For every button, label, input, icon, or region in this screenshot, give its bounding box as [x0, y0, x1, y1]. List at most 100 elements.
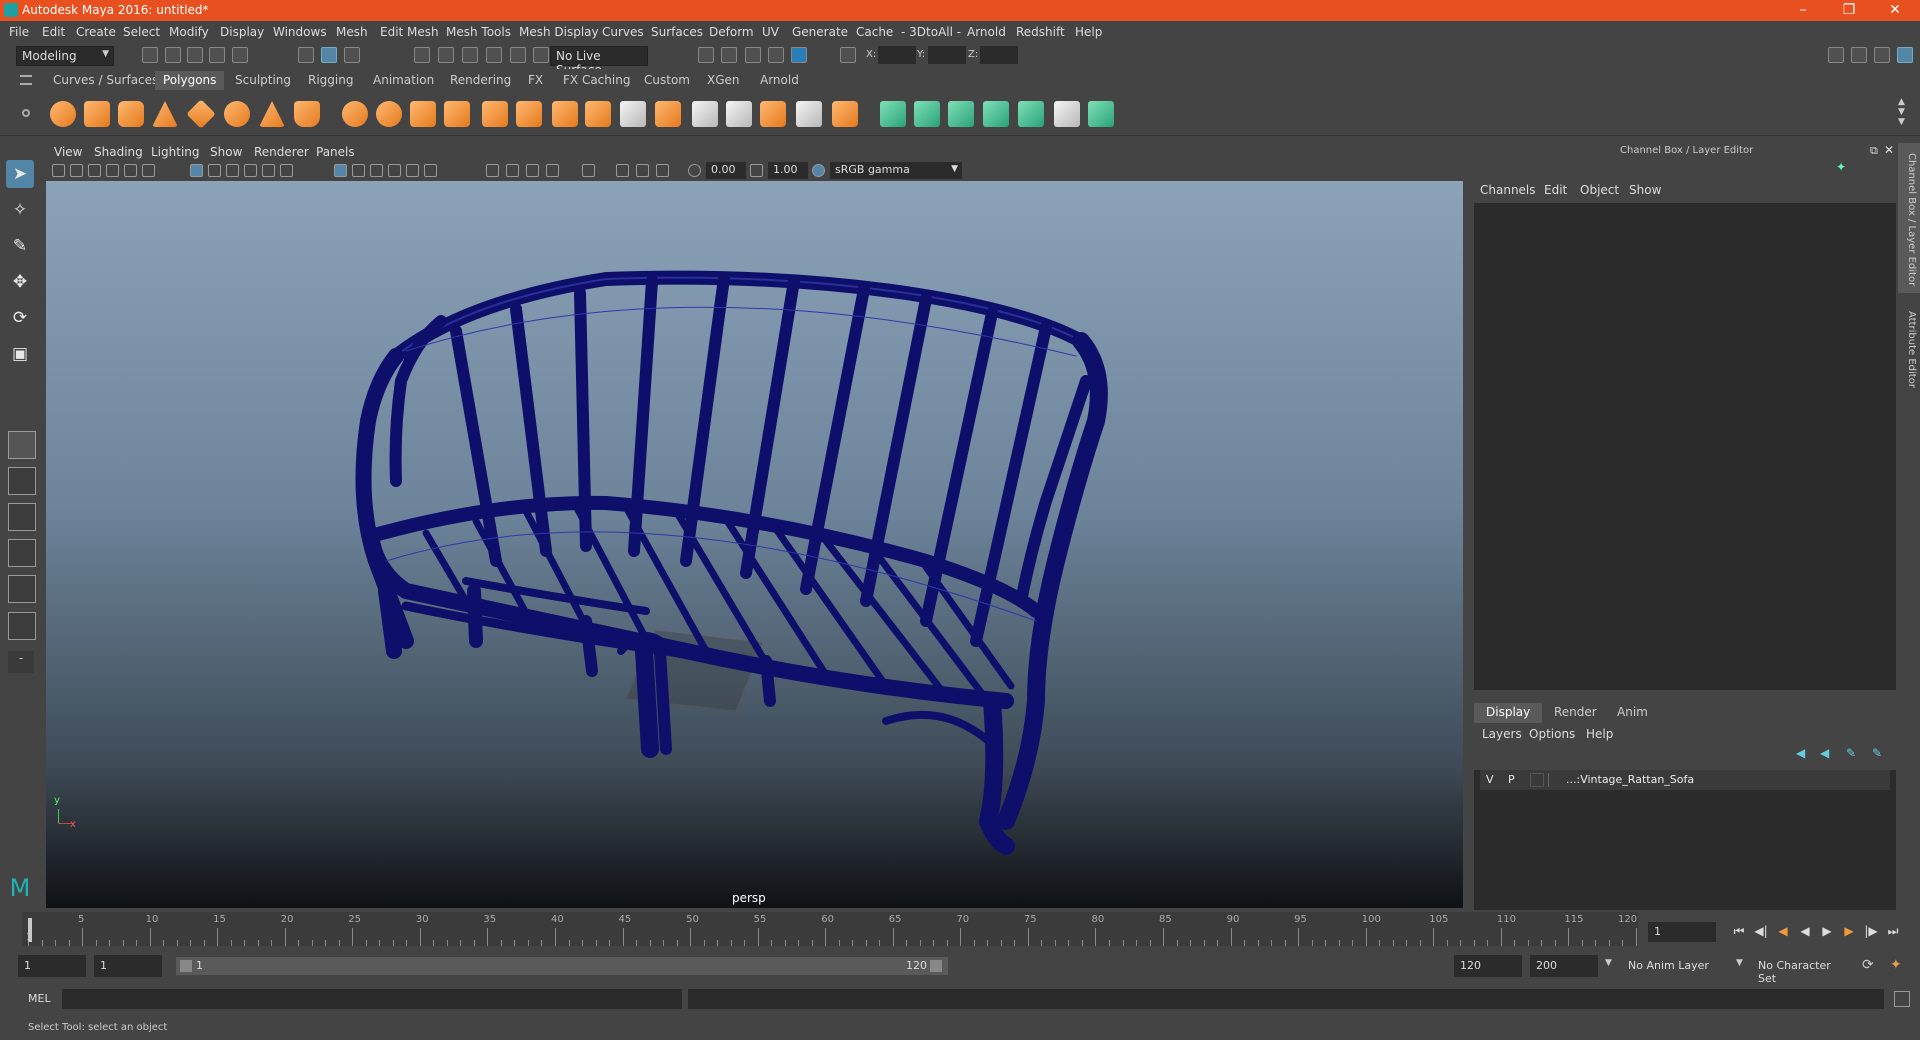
menu-mesh[interactable]: Mesh — [336, 25, 368, 39]
bridge-icon[interactable] — [516, 101, 542, 127]
redo-icon[interactable] — [232, 47, 248, 63]
use-all-lights-icon[interactable] — [406, 164, 419, 177]
shelf-settings-icon[interactable] — [22, 109, 30, 117]
menu-uv[interactable]: UV — [762, 25, 779, 39]
tab-anim[interactable]: Anim — [1605, 703, 1660, 723]
layout-uv-icon[interactable] — [1088, 101, 1114, 127]
menu-edit[interactable]: Edit — [42, 25, 65, 39]
snap-point-icon[interactable] — [462, 47, 478, 63]
channel-box-area[interactable] — [1474, 203, 1896, 690]
range-end-handle[interactable] — [930, 960, 942, 972]
textured-icon[interactable] — [388, 164, 401, 177]
menu-generate[interactable]: Generate — [792, 25, 848, 39]
menu-deform[interactable]: Deform — [709, 25, 754, 39]
depth-of-field-icon[interactable] — [546, 164, 559, 177]
persp-graph-layout-icon[interactable] — [8, 539, 36, 567]
menu-create[interactable]: Create — [76, 25, 116, 39]
snap-live-icon[interactable] — [510, 47, 526, 63]
live-surface-field[interactable]: No Live Surface — [550, 46, 648, 77]
close-panel-icon[interactable]: ✕ — [1884, 143, 1894, 157]
menu-arnold[interactable]: Arnold — [967, 25, 1006, 39]
layout-options-icon[interactable]: - — [8, 651, 34, 673]
time-ruler[interactable]: 1510152025303540455055606570758085909510… — [22, 912, 1638, 946]
menu-display[interactable]: Display — [220, 25, 264, 39]
save-scene-icon[interactable] — [187, 47, 203, 63]
unfold-uv-icon[interactable] — [1018, 101, 1044, 127]
menu-select[interactable]: Select — [123, 25, 160, 39]
paint-select-tool-icon[interactable]: ✎ — [6, 232, 34, 260]
two-d-pan-zoom-icon[interactable] — [124, 164, 137, 177]
move-layer-down-icon[interactable]: ◀ — [1820, 746, 1829, 760]
mirror-icon[interactable] — [482, 101, 508, 127]
exposure-field[interactable]: 0.00 — [706, 162, 746, 179]
character-set-dropdown[interactable]: No Character Set — [1752, 955, 1856, 985]
spherical-mapping-icon[interactable] — [948, 101, 974, 127]
tab-arnold[interactable]: Arnold — [752, 71, 807, 90]
xray-joints-icon[interactable] — [636, 164, 649, 177]
insert-loop-icon[interactable] — [796, 101, 822, 127]
cb-menu-show[interactable]: Show — [1629, 183, 1661, 197]
poly-torus-icon[interactable] — [224, 101, 250, 127]
side-tab-attribute-editor[interactable]: Attribute Editor — [1901, 311, 1917, 388]
current-frame-field[interactable]: 1 — [1648, 922, 1716, 942]
chevron-down-icon[interactable]: ▼ — [1736, 958, 1743, 968]
grid-icon[interactable] — [190, 164, 203, 177]
select-hierarchy-icon[interactable] — [298, 47, 314, 63]
panel-menu-lighting[interactable]: Lighting — [151, 145, 200, 159]
script-language-toggle[interactable]: MEL — [28, 992, 51, 1005]
mode-dropdown[interactable]: Modeling ▼ — [16, 46, 114, 66]
animation-preferences-icon[interactable]: ✦ — [1890, 957, 1908, 975]
shelf-scroll-icon[interactable]: ▲ ▼ ▼ — [1898, 97, 1905, 127]
transform-mode-icon[interactable] — [840, 47, 856, 63]
cylindrical-mapping-icon[interactable] — [914, 101, 940, 127]
layer-playback-toggle[interactable]: P — [1508, 773, 1515, 786]
magnet-icon[interactable] — [533, 47, 549, 63]
shelf-menu-icon[interactable] — [20, 75, 32, 85]
snap-grid-icon[interactable] — [414, 47, 430, 63]
hypershade-icon[interactable] — [791, 47, 807, 63]
panel-menu-view[interactable]: View — [54, 145, 82, 159]
menu-modify[interactable]: Modify — [169, 25, 209, 39]
resolution-gate-icon[interactable] — [226, 164, 239, 177]
select-component-icon[interactable] — [344, 47, 360, 63]
step-forward-frame-icon[interactable]: |▶ — [1862, 922, 1880, 940]
cb-menu-object[interactable]: Object — [1580, 183, 1619, 197]
menu-help[interactable]: Help — [1075, 25, 1102, 39]
fill-hole-icon[interactable] — [655, 101, 681, 127]
y-field[interactable] — [928, 46, 966, 64]
extrude-icon[interactable] — [585, 101, 611, 127]
layer-type-toggle[interactable] — [1530, 773, 1544, 787]
tab-rigging[interactable]: Rigging — [300, 71, 361, 90]
wireframe-on-shaded-icon[interactable] — [370, 164, 383, 177]
panel-menu-show[interactable]: Show — [210, 145, 242, 159]
go-to-end-icon[interactable]: ⏭ — [1884, 922, 1902, 940]
current-time-marker[interactable] — [28, 918, 32, 942]
toggle-channel-box-icon[interactable] — [1897, 47, 1913, 63]
new-layer-selected-icon[interactable]: ✎ — [1872, 746, 1882, 760]
float-panel-icon[interactable]: ⧉ — [1870, 144, 1878, 158]
sofa-wireframe-model[interactable] — [46, 181, 1463, 908]
range-start-handle[interactable] — [180, 960, 192, 972]
ipr-render-icon[interactable] — [745, 47, 761, 63]
render-settings-icon[interactable] — [768, 47, 784, 63]
new-scene-icon[interactable] — [142, 47, 158, 63]
combine-icon[interactable] — [342, 101, 368, 127]
go-to-start-icon[interactable]: ⏮ — [1730, 922, 1748, 940]
tab-curves-surfaces[interactable]: Curves / Surfaces — [45, 71, 166, 90]
tab-fx-caching[interactable]: FX Caching — [555, 71, 638, 90]
gamma-icon[interactable] — [750, 164, 763, 177]
render-region-icon[interactable] — [698, 47, 714, 63]
menu-file[interactable]: File — [9, 25, 29, 39]
cb-menu-channels[interactable]: Channels — [1480, 183, 1536, 197]
multi-cut-icon[interactable] — [552, 101, 578, 127]
restore-icon[interactable]: ❐ — [1826, 0, 1872, 21]
auto-key-icon[interactable]: ⟳ — [1862, 957, 1880, 975]
lasso-tool-icon[interactable]: ✧ — [6, 196, 34, 224]
playback-end-field[interactable]: 120 — [1454, 955, 1522, 977]
append-polygon-icon[interactable] — [692, 101, 718, 127]
end-time-field[interactable]: 200 — [1530, 955, 1598, 977]
tab-render[interactable]: Render — [1542, 703, 1609, 723]
le-menu-layers[interactable]: Layers — [1482, 727, 1522, 741]
snap-view-plane-icon[interactable] — [486, 47, 502, 63]
layer-visibility-toggle[interactable]: V — [1486, 773, 1494, 786]
